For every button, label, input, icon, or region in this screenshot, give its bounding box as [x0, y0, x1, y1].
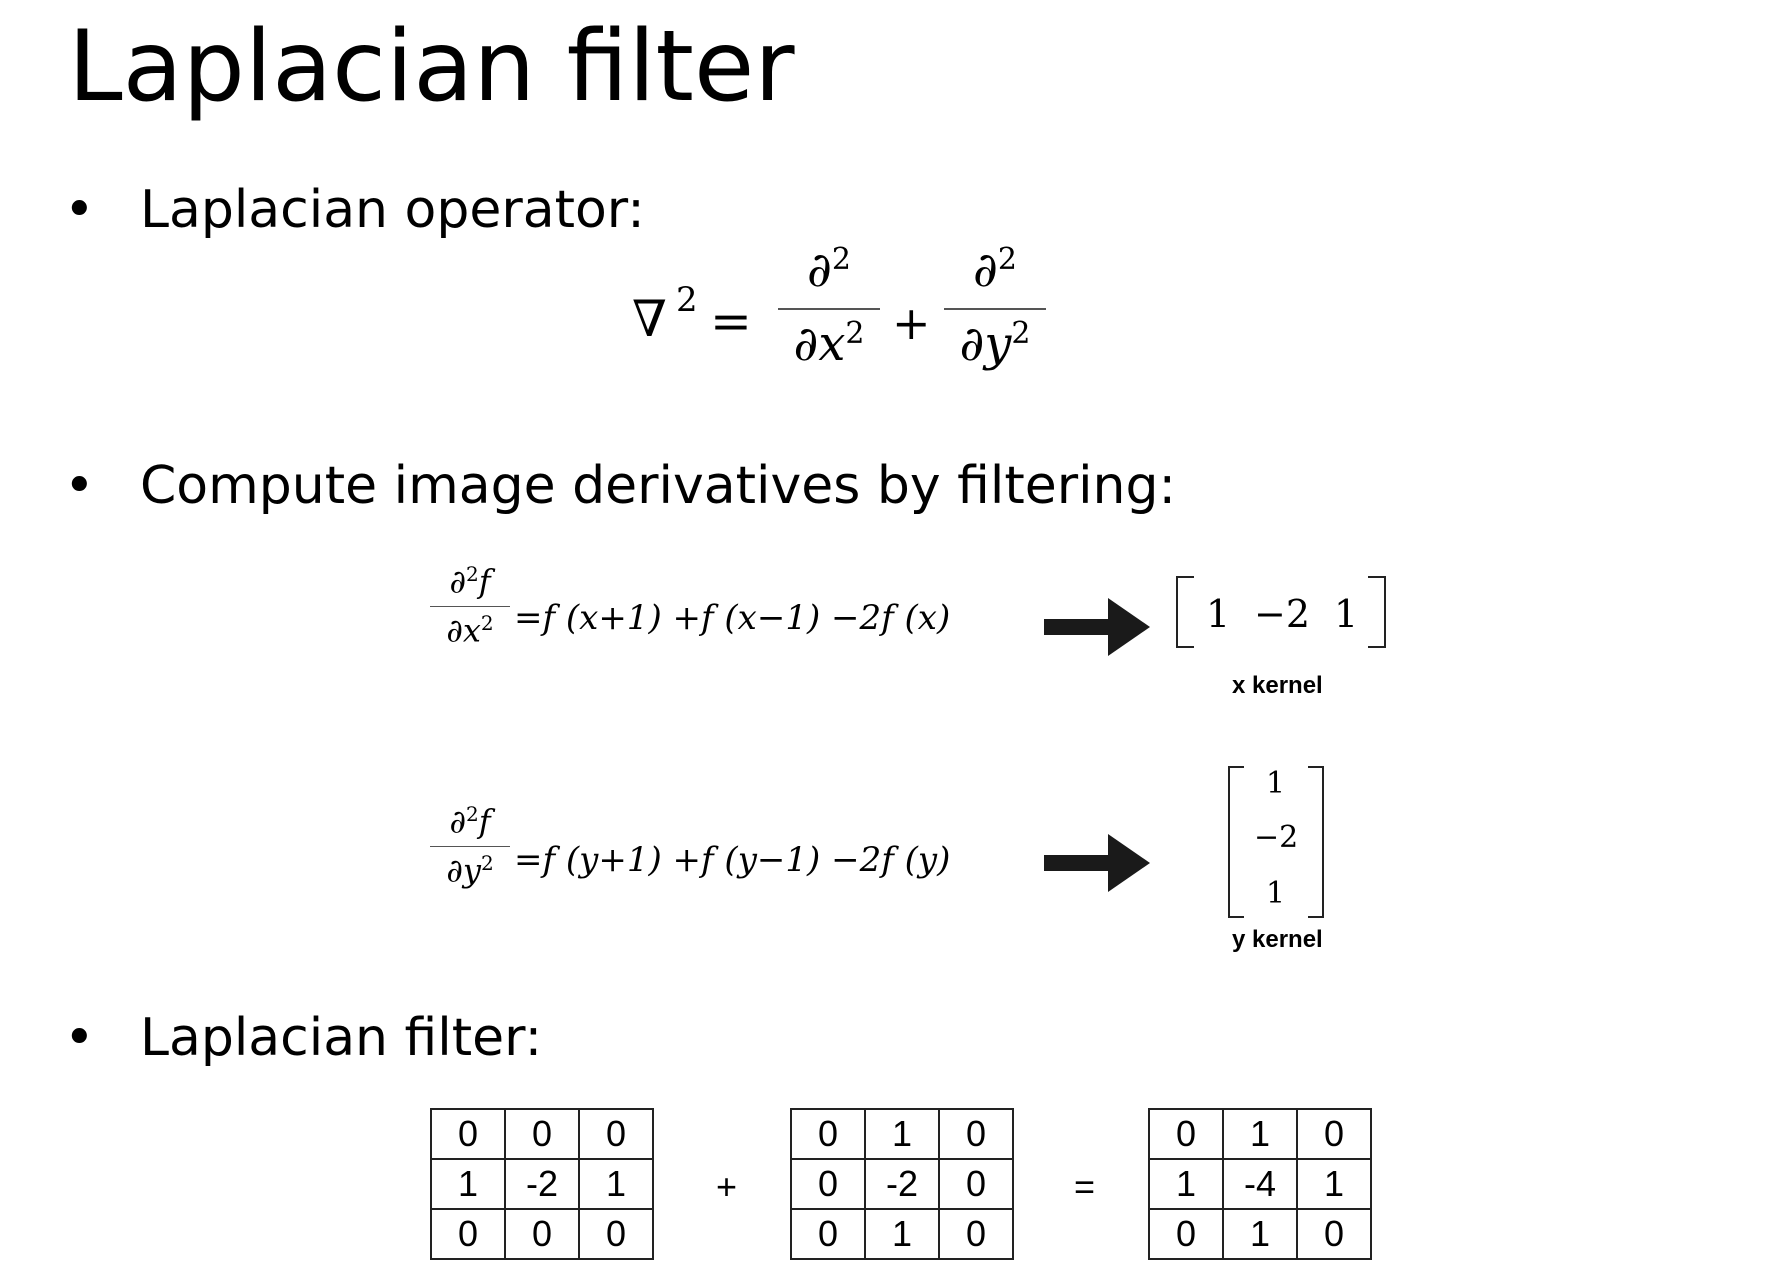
numerator-exponent: 2 [831, 242, 851, 277]
denominator-exponent: 2 [480, 611, 494, 635]
matrix-cell: 0 [578, 1108, 654, 1160]
bullet-marker: • [64, 456, 95, 516]
matrix-cell: 0 [1148, 1108, 1224, 1160]
kernel-value: 1 [1334, 592, 1359, 636]
fraction-d2f-dx2: ∂2f ∂x2 [430, 562, 510, 650]
matrix-cell: 0 [504, 1208, 580, 1260]
matrix-row: 0 1 0 [790, 1208, 1014, 1260]
matrix-cell: 1 [578, 1158, 654, 1210]
bullet-text: Laplacian filter: [140, 1008, 543, 1068]
right-arrow-icon [1044, 834, 1150, 892]
matrix-cell: 0 [790, 1108, 866, 1160]
matrix-row: 0 -2 0 [790, 1158, 1014, 1210]
bullet-text: Compute image derivatives by filtering: [140, 456, 1177, 516]
x-kernel-matrix: 0 0 0 1 -2 1 0 0 0 [430, 1108, 654, 1260]
plus-sign: + [892, 296, 931, 350]
matrix-cell: 1 [864, 1108, 940, 1160]
matrix-cell: 0 [430, 1108, 506, 1160]
matrix-cell: 0 [938, 1158, 1014, 1210]
matrix-cell: 0 [1296, 1108, 1372, 1160]
denominator-exponent: 2 [1011, 316, 1031, 351]
kernel-value: 1 [1266, 876, 1286, 911]
matrix-cell: 1 [1222, 1208, 1298, 1260]
numerator-partial: ∂ [973, 242, 998, 298]
matrix-cell: 0 [1148, 1208, 1224, 1260]
matrix-cell: 0 [578, 1208, 654, 1260]
matrix-cell: 1 [864, 1208, 940, 1260]
matrix-cell: 1 [1222, 1108, 1298, 1160]
x-kernel-label: x kernel [1232, 672, 1323, 699]
fraction-bar [430, 846, 510, 847]
bullet-marker: • [64, 1008, 95, 1068]
numerator-partial: ∂ [449, 802, 466, 841]
matrix-row: 0 0 0 [430, 1108, 654, 1160]
numerator-f: f [478, 802, 491, 841]
fraction-bar [430, 606, 510, 607]
fraction-bar [944, 308, 1046, 310]
matrix-cell: 0 [1296, 1208, 1372, 1260]
laplacian-result-matrix: 0 1 0 1 -4 1 0 1 0 [1148, 1108, 1372, 1260]
matrix-cell: 0 [790, 1158, 866, 1210]
matrix-cell: 1 [1148, 1158, 1224, 1210]
kernel-value: 1 [1266, 766, 1286, 801]
matrix-cell: 0 [790, 1208, 866, 1260]
denominator-exponent: 2 [845, 316, 865, 351]
right-arrow-icon [1044, 598, 1150, 656]
denominator-exponent: 2 [480, 851, 494, 875]
matrix-cell: -2 [504, 1158, 580, 1210]
matrix-row: 1 -4 1 [1148, 1158, 1372, 1210]
equals-sign: = [710, 292, 752, 350]
matrix-cell: -4 [1222, 1158, 1298, 1210]
y-derivative-expression: =f (y+1) +f (y−1) −2f (y) [514, 840, 951, 880]
bullet-marker: • [64, 180, 95, 240]
right-bracket [1308, 766, 1324, 918]
matrix-row: 0 0 0 [430, 1208, 654, 1260]
left-bracket [1176, 576, 1194, 648]
nabla-exponent: 2 [676, 280, 698, 320]
bullet-text: Laplacian operator: [140, 180, 645, 240]
denominator-dy: ∂y [446, 851, 481, 890]
numerator-f: f [478, 562, 491, 601]
matrix-cell: 0 [504, 1108, 580, 1160]
numerator-exponent: 2 [465, 562, 479, 586]
fraction-bar [778, 308, 880, 310]
y-kernel-matrix: 0 1 0 0 -2 0 0 1 0 [790, 1108, 1014, 1260]
y-kernel-label: y kernel [1232, 926, 1323, 953]
numerator-partial: ∂ [807, 242, 832, 298]
left-bracket [1228, 766, 1244, 918]
matrix-cell: 0 [938, 1108, 1014, 1160]
fraction-d2-dy2: ∂2 ∂y2 [944, 242, 1046, 372]
numerator-partial: ∂ [449, 562, 466, 601]
denominator-dx: ∂x [793, 316, 846, 372]
matrix-cell: 0 [430, 1208, 506, 1260]
fraction-d2f-dy2: ∂2f ∂y2 [430, 802, 510, 890]
slide-title: Laplacian filter [68, 10, 795, 124]
denominator-dy: ∂y [959, 316, 1012, 372]
equals-operator: = [1074, 1166, 1096, 1207]
denominator-dx: ∂x [446, 611, 481, 650]
numerator-exponent: 2 [465, 802, 479, 826]
plus-operator: + [716, 1166, 738, 1207]
matrix-cell: 0 [938, 1208, 1014, 1260]
fraction-d2-dx2: ∂2 ∂x2 [778, 242, 880, 372]
matrix-row: 0 1 0 [790, 1108, 1014, 1160]
numerator-exponent: 2 [997, 242, 1017, 277]
x-derivative-expression: =f (x+1) +f (x−1) −2f (x) [514, 598, 951, 638]
right-bracket [1368, 576, 1386, 648]
matrix-cell: 1 [430, 1158, 506, 1210]
matrix-row: 0 1 0 [1148, 1108, 1372, 1160]
kernel-value: −2 [1254, 592, 1311, 636]
kernel-value: −2 [1254, 820, 1299, 855]
matrix-row: 0 1 0 [1148, 1208, 1372, 1260]
matrix-cell: 1 [1296, 1158, 1372, 1210]
kernel-value: 1 [1206, 592, 1231, 636]
matrix-cell: -2 [864, 1158, 940, 1210]
nabla-symbol: ∇ [632, 290, 667, 348]
matrix-row: 1 -2 1 [430, 1158, 654, 1210]
